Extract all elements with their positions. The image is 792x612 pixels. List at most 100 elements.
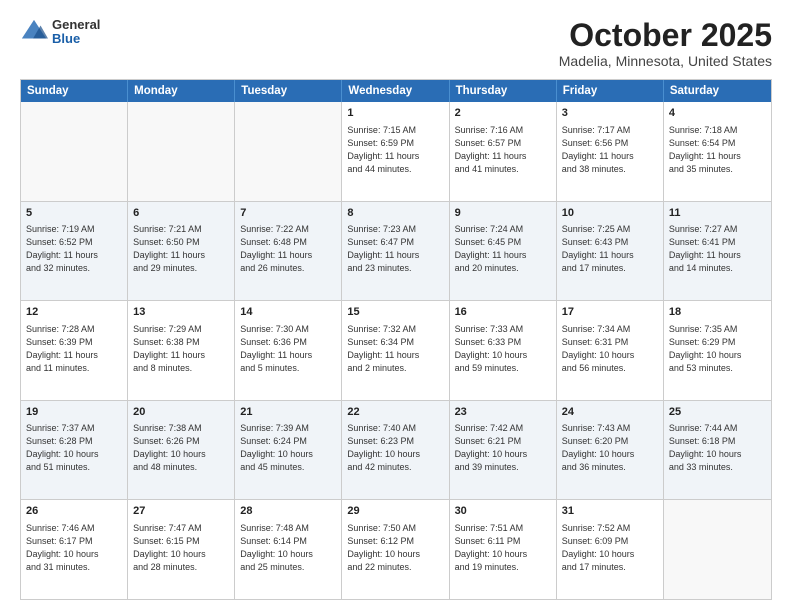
logo-text: General Blue: [52, 18, 100, 47]
logo-icon: [20, 18, 48, 46]
day-info: Sunrise: 7:28 AMSunset: 6:39 PMDaylight:…: [26, 323, 122, 375]
calendar-cell: [128, 102, 235, 201]
calendar-cell: 3 Sunrise: 7:17 AMSunset: 6:56 PMDaylight…: [557, 102, 664, 201]
logo-general: General: [52, 18, 100, 32]
calendar-cell: 5 Sunrise: 7:19 AMSunset: 6:52 PMDaylight…: [21, 202, 128, 301]
calendar-subtitle: Madelia, Minnesota, United States: [559, 53, 772, 69]
calendar-cell: 1 Sunrise: 7:15 AMSunset: 6:59 PMDaylight…: [342, 102, 449, 201]
calendar-row: 26 Sunrise: 7:46 AMSunset: 6:17 PMDayligh…: [21, 500, 771, 599]
day-number: 7: [240, 206, 336, 221]
calendar-cell: 12 Sunrise: 7:28 AMSunset: 6:39 PMDayligh…: [21, 301, 128, 400]
calendar-cell: 23Sunrise: 7:42 AMSunset: 6:21 PMDayligh…: [450, 401, 557, 500]
day-info: Sunrise: 7:22 AMSunset: 6:48 PMDaylight:…: [240, 223, 336, 275]
calendar-cell: 19 Sunrise: 7:37 AMSunset: 6:28 PMDayligh…: [21, 401, 128, 500]
day-info: Sunrise: 7:30 AMSunset: 6:36 PMDaylight:…: [240, 323, 336, 375]
day-info: Sunrise: 7:48 AMSunset: 6:14 PMDaylight:…: [240, 522, 336, 574]
day-number: 19: [26, 405, 122, 420]
day-info: Sunrise: 7:15 AMSunset: 6:59 PMDaylight:…: [347, 124, 443, 176]
day-info: Sunrise: 7:37 AMSunset: 6:28 PMDaylight:…: [26, 422, 122, 474]
day-number: 20: [133, 405, 229, 420]
calendar-cell: 21 Sunrise: 7:39 AMSunset: 6:24 PMDayligh…: [235, 401, 342, 500]
calendar-cell: 16 Sunrise: 7:33 AMSunset: 6:33 PMDayligh…: [450, 301, 557, 400]
calendar-cell: [235, 102, 342, 201]
calendar: SundayMondayTuesdayWednesdayThursdayFrid…: [20, 79, 772, 600]
day-number: 12: [26, 305, 122, 320]
calendar-row: 1 Sunrise: 7:15 AMSunset: 6:59 PMDaylight…: [21, 102, 771, 202]
day-number: 11: [669, 206, 766, 221]
calendar-cell: 10 Sunrise: 7:25 AMSunset: 6:43 PMDayligh…: [557, 202, 664, 301]
weekday-header: Saturday: [664, 80, 771, 102]
day-info: Sunrise: 7:52 AMSunset: 6:09 PMDaylight:…: [562, 522, 658, 574]
day-info: Sunrise: 7:44 AMSunset: 6:18 PMDaylight:…: [669, 422, 766, 474]
calendar-cell: 28Sunrise: 7:48 AMSunset: 6:14 PMDayligh…: [235, 500, 342, 599]
day-number: 6: [133, 206, 229, 221]
calendar-row: 12 Sunrise: 7:28 AMSunset: 6:39 PMDayligh…: [21, 301, 771, 401]
day-number: 10: [562, 206, 658, 221]
day-number: 18: [669, 305, 766, 320]
day-number: 15: [347, 305, 443, 320]
day-number: 5: [26, 206, 122, 221]
page: General Blue October 2025 Madelia, Minne…: [0, 0, 792, 612]
day-info: Sunrise: 7:21 AMSunset: 6:50 PMDaylight:…: [133, 223, 229, 275]
calendar-cell: 9 Sunrise: 7:24 AMSunset: 6:45 PMDaylight…: [450, 202, 557, 301]
day-number: 29: [347, 504, 443, 519]
day-number: 14: [240, 305, 336, 320]
calendar-cell: 13 Sunrise: 7:29 AMSunset: 6:38 PMDayligh…: [128, 301, 235, 400]
calendar-title: October 2025: [559, 18, 772, 53]
calendar-cell: 17 Sunrise: 7:34 AMSunset: 6:31 PMDayligh…: [557, 301, 664, 400]
calendar-cell: 11Sunrise: 7:27 AMSunset: 6:41 PMDayligh…: [664, 202, 771, 301]
day-number: 24: [562, 405, 658, 420]
day-info: Sunrise: 7:17 AMSunset: 6:56 PMDaylight:…: [562, 124, 658, 176]
logo: General Blue: [20, 18, 100, 47]
calendar-cell: 31 Sunrise: 7:52 AMSunset: 6:09 PMDayligh…: [557, 500, 664, 599]
day-number: 2: [455, 106, 551, 121]
calendar-cell: 30 Sunrise: 7:51 AMSunset: 6:11 PMDayligh…: [450, 500, 557, 599]
day-info: Sunrise: 7:39 AMSunset: 6:24 PMDaylight:…: [240, 422, 336, 474]
weekday-header: Sunday: [21, 80, 128, 102]
calendar-cell: 2Sunrise: 7:16 AMSunset: 6:57 PMDaylight…: [450, 102, 557, 201]
day-number: 16: [455, 305, 551, 320]
calendar-cell: 20 Sunrise: 7:38 AMSunset: 6:26 PMDayligh…: [128, 401, 235, 500]
day-info: Sunrise: 7:24 AMSunset: 6:45 PMDaylight:…: [455, 223, 551, 275]
day-info: Sunrise: 7:46 AMSunset: 6:17 PMDaylight:…: [26, 522, 122, 574]
day-info: Sunrise: 7:29 AMSunset: 6:38 PMDaylight:…: [133, 323, 229, 375]
day-info: Sunrise: 7:35 AMSunset: 6:29 PMDaylight:…: [669, 323, 766, 375]
calendar-cell: 15Sunrise: 7:32 AMSunset: 6:34 PMDayligh…: [342, 301, 449, 400]
day-info: Sunrise: 7:51 AMSunset: 6:11 PMDaylight:…: [455, 522, 551, 574]
day-number: 4: [669, 106, 766, 121]
calendar-cell: 7 Sunrise: 7:22 AMSunset: 6:48 PMDaylight…: [235, 202, 342, 301]
calendar-cell: [664, 500, 771, 599]
day-info: Sunrise: 7:50 AMSunset: 6:12 PMDaylight:…: [347, 522, 443, 574]
day-info: Sunrise: 7:25 AMSunset: 6:43 PMDaylight:…: [562, 223, 658, 275]
day-info: Sunrise: 7:47 AMSunset: 6:15 PMDaylight:…: [133, 522, 229, 574]
day-number: 13: [133, 305, 229, 320]
calendar-cell: 26 Sunrise: 7:46 AMSunset: 6:17 PMDayligh…: [21, 500, 128, 599]
calendar-cell: 29 Sunrise: 7:50 AMSunset: 6:12 PMDayligh…: [342, 500, 449, 599]
calendar-cell: 8 Sunrise: 7:23 AMSunset: 6:47 PMDaylight…: [342, 202, 449, 301]
logo-blue: Blue: [52, 32, 100, 46]
calendar-cell: 14 Sunrise: 7:30 AMSunset: 6:36 PMDayligh…: [235, 301, 342, 400]
calendar-cell: 18 Sunrise: 7:35 AMSunset: 6:29 PMDayligh…: [664, 301, 771, 400]
day-number: 3: [562, 106, 658, 121]
day-info: Sunrise: 7:34 AMSunset: 6:31 PMDaylight:…: [562, 323, 658, 375]
day-number: 30: [455, 504, 551, 519]
day-number: 1: [347, 106, 443, 121]
day-number: 9: [455, 206, 551, 221]
day-info: Sunrise: 7:23 AMSunset: 6:47 PMDaylight:…: [347, 223, 443, 275]
calendar-row: 5 Sunrise: 7:19 AMSunset: 6:52 PMDaylight…: [21, 202, 771, 302]
day-info: Sunrise: 7:42 AMSunset: 6:21 PMDaylight:…: [455, 422, 551, 474]
day-number: 25: [669, 405, 766, 420]
day-info: Sunrise: 7:18 AMSunset: 6:54 PMDaylight:…: [669, 124, 766, 176]
weekday-header: Thursday: [450, 80, 557, 102]
day-number: 17: [562, 305, 658, 320]
day-info: Sunrise: 7:38 AMSunset: 6:26 PMDaylight:…: [133, 422, 229, 474]
title-block: October 2025 Madelia, Minnesota, United …: [559, 18, 772, 69]
day-number: 21: [240, 405, 336, 420]
day-info: Sunrise: 7:19 AMSunset: 6:52 PMDaylight:…: [26, 223, 122, 275]
day-number: 27: [133, 504, 229, 519]
day-info: Sunrise: 7:33 AMSunset: 6:33 PMDaylight:…: [455, 323, 551, 375]
calendar-cell: 22Sunrise: 7:40 AMSunset: 6:23 PMDayligh…: [342, 401, 449, 500]
day-number: 31: [562, 504, 658, 519]
day-number: 26: [26, 504, 122, 519]
day-number: 8: [347, 206, 443, 221]
